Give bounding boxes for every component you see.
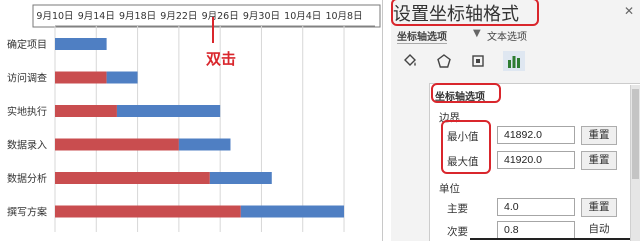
bar-planned (55, 105, 117, 117)
double-click-annotation: 双击 (206, 50, 237, 68)
x-tick-label: 10月4日 (284, 11, 321, 22)
title-highlight (391, 0, 539, 26)
bar-remaining (209, 172, 272, 184)
major-label: 主要 (447, 203, 468, 215)
category-label: 数据分析 (7, 172, 47, 185)
x-tick-label: 9月18日 (119, 11, 156, 22)
major-reset-button[interactable]: 重置 (581, 198, 617, 217)
x-tick-label: 10月8日 (325, 11, 362, 22)
close-icon[interactable]: ✕ (624, 4, 634, 18)
max-value-field[interactable]: 41920.0 (497, 151, 575, 169)
bar-remaining (240, 205, 345, 218)
section-title-highlight (431, 83, 501, 103)
category-label: 撰写方案 (7, 206, 47, 219)
x-tick-label: 9月10日 (36, 11, 73, 22)
bar-chart-icon[interactable] (503, 51, 525, 71)
scrollbar-thumb[interactable] (632, 89, 639, 179)
pentagon-icon[interactable] (433, 51, 455, 71)
min-reset-button[interactable]: 重置 (581, 126, 617, 145)
tab-axis-options[interactable]: 坐标轴选项 (397, 28, 447, 44)
bar-planned (55, 205, 241, 218)
units-label: 单位 (439, 183, 460, 195)
bar-remaining (55, 38, 107, 50)
minor-label: 次要 (447, 226, 468, 238)
fill-bucket-icon[interactable] (399, 51, 421, 71)
min-value-field[interactable]: 41892.0 (497, 126, 575, 144)
bar-remaining (116, 105, 221, 117)
bounds-labels-highlight (441, 120, 491, 174)
minor-value-field[interactable]: 0.8 (497, 221, 575, 239)
max-reset-button[interactable]: 重置 (581, 151, 617, 170)
size-properties-icon[interactable] (467, 51, 489, 71)
x-tick-label: 9月14日 (78, 11, 115, 22)
category-label: 确定项目 (7, 38, 47, 51)
category-label: 实地执行 (7, 105, 47, 118)
gantt-chart[interactable]: 9月10日 9月14日 9月18日 9月22日 9月26日 9月30日 10月4日 10月8日… (0, 0, 383, 241)
chart-plot: 9月10日 9月14日 9月18日 9月22日 9月26日 9月30日 10月4日 10月8日… (7, 4, 381, 232)
major-value-field[interactable]: 4.0 (497, 198, 575, 216)
annotation-arrow (212, 17, 214, 43)
x-tick-label: 9月26日 (202, 11, 239, 22)
format-axis-pane: 设置坐标轴格式 ✕ 坐标轴选项 ▼ 文本选项 坐标轴选项 边界 最小值 4189… (391, 0, 640, 241)
x-tick-label: 9月30日 (243, 11, 280, 22)
divider-line (470, 238, 630, 240)
category-label: 访问调查 (7, 72, 47, 85)
bar-remaining (178, 138, 231, 151)
bar-planned (55, 172, 210, 184)
category-label: 数据录入 (7, 139, 47, 152)
tab-text-options[interactable]: 文本选项 (487, 28, 527, 43)
bar-planned (55, 138, 179, 151)
bar-remaining (106, 71, 138, 84)
pane-scrollbar[interactable] (630, 85, 640, 241)
bar-planned (55, 71, 107, 84)
chevron-down-icon[interactable]: ▼ (473, 28, 481, 39)
x-tick-label: 9月22日 (160, 11, 197, 22)
